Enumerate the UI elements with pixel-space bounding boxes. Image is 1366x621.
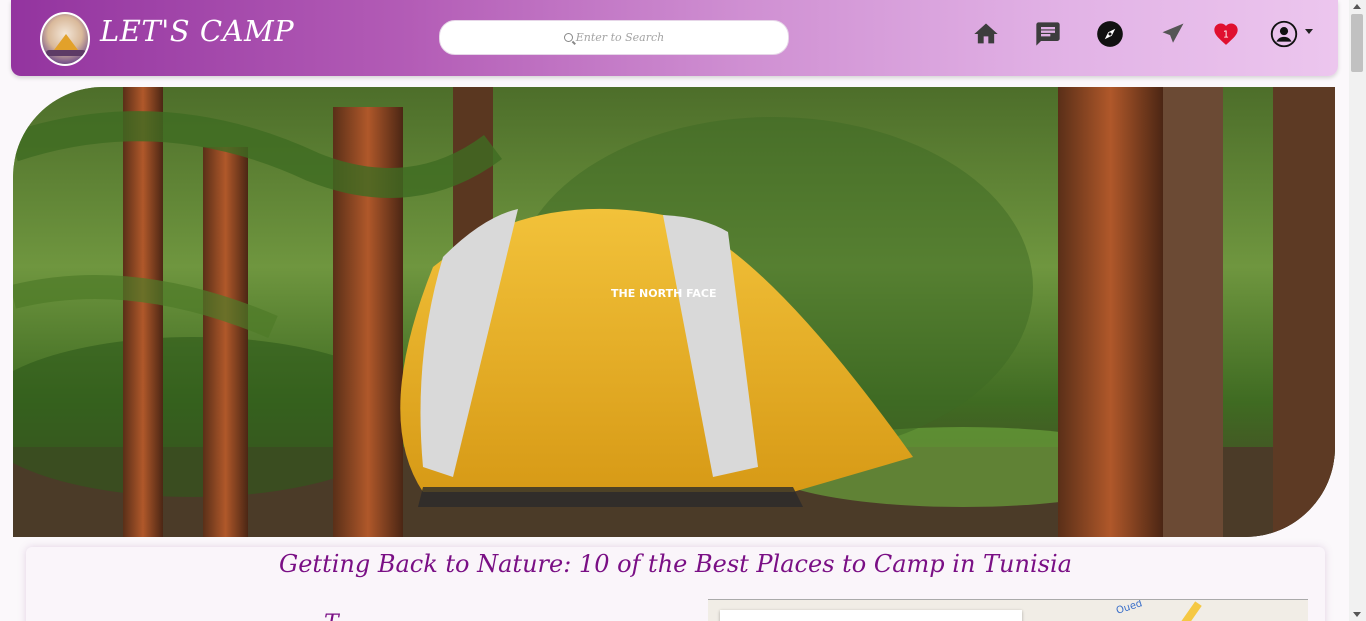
top-navbar: LET'S CAMP Enter to Search 1 xyxy=(11,0,1338,76)
home-icon[interactable] xyxy=(972,20,1000,48)
scroll-thumb[interactable] xyxy=(1351,14,1363,72)
map-road xyxy=(1172,601,1202,621)
camp-scene: THE NORTH FACE xyxy=(13,87,1335,537)
map-label: Oued xyxy=(1114,599,1144,617)
search-placeholder: Enter to Search xyxy=(575,31,665,44)
send-icon[interactable] xyxy=(1159,20,1187,48)
map-widget[interactable]: Oued xyxy=(708,599,1308,621)
compass-icon[interactable] xyxy=(1096,20,1124,48)
search-icon xyxy=(563,33,573,42)
scroll-up-icon[interactable] xyxy=(1353,4,1361,9)
page-scrollbar[interactable] xyxy=(1349,0,1366,621)
article-subheading: T xyxy=(324,611,339,621)
hero-image: THE NORTH FACE xyxy=(13,87,1335,537)
heart-icon[interactable]: 1 xyxy=(1212,20,1240,48)
tent-logo-shape xyxy=(54,34,78,50)
tent-brand-label: THE NORTH FACE xyxy=(611,287,716,300)
article-card: Getting Back to Nature: 10 of the Best P… xyxy=(26,547,1325,621)
brand-logo[interactable] xyxy=(40,12,90,66)
logo-ground xyxy=(46,50,86,56)
chat-icon[interactable] xyxy=(1034,20,1062,48)
search-input[interactable]: Enter to Search xyxy=(439,20,789,55)
user-menu-caret-icon[interactable] xyxy=(1305,29,1313,34)
article-title: Getting Back to Nature: 10 of the Best P… xyxy=(279,550,1072,578)
notification-count: 1 xyxy=(1223,30,1229,41)
brand-name[interactable]: LET'S CAMP xyxy=(100,14,294,48)
scroll-down-icon[interactable] xyxy=(1353,612,1361,617)
map-search-box[interactable] xyxy=(720,610,1022,621)
user-icon[interactable] xyxy=(1270,20,1298,48)
